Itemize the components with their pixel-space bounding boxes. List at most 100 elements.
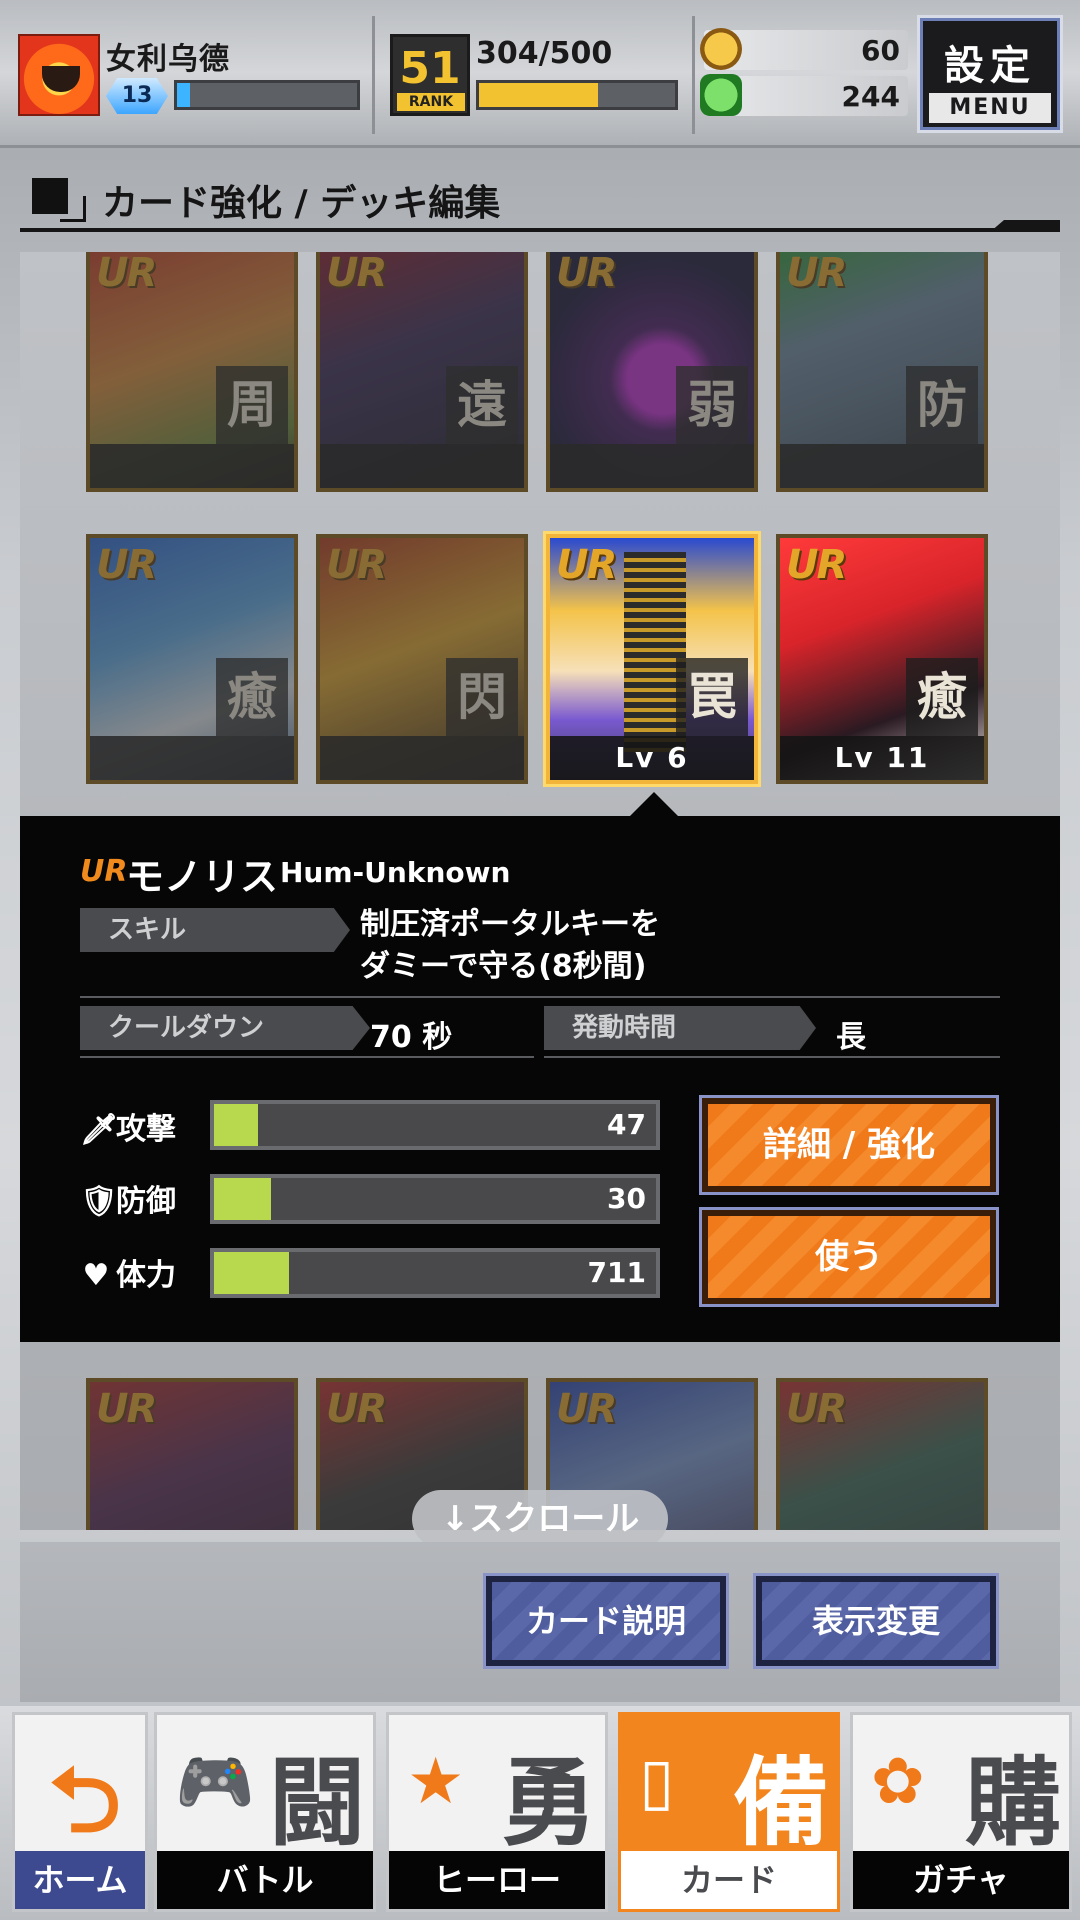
nav-kanji-card: 備 (733, 1747, 829, 1859)
nav-tab-home[interactable]: ⮌ ホーム (12, 1712, 148, 1912)
nav-tab-gacha[interactable]: ✿ 購 ガチャ (850, 1712, 1072, 1912)
skill-label: スキル (80, 908, 350, 952)
card-type-kanji: 防 (906, 366, 978, 444)
avatar-face (42, 66, 80, 92)
card-rarity: UR (96, 252, 157, 296)
title-underline-end (990, 220, 1060, 232)
card-tile[interactable]: UR 防 (776, 252, 988, 492)
use-card-button[interactable]: 使う (699, 1207, 999, 1307)
settings-menu-button[interactable]: 設定 MENU (917, 15, 1063, 133)
player-avatar[interactable] (18, 34, 100, 116)
card-type-kanji: 周 (216, 366, 288, 444)
card-rarity: UR (96, 1386, 157, 1432)
cooldown-label: クールダウン (80, 1006, 370, 1050)
health-label: ♥ 体力 (80, 1250, 176, 1294)
card-type-kanji: 遠 (446, 366, 518, 444)
nav-label-card: カード (621, 1851, 837, 1909)
divider (80, 1056, 534, 1058)
card-level-bar (320, 736, 524, 780)
card-tile[interactable]: UR 弱 (546, 252, 758, 492)
menu-label: MENU (929, 93, 1051, 123)
defense-fill (214, 1178, 272, 1220)
sword-icon: 🗡 (80, 1112, 119, 1147)
card-rarity: UR (786, 542, 847, 588)
player-level-badge: 13 (106, 78, 168, 114)
rank-progress-fill (479, 83, 599, 107)
card-tile-selected[interactable]: UR 罠 Lv 6 (546, 534, 758, 784)
card-level: Lv 11 (780, 736, 984, 780)
nav-tab-battle[interactable]: 🎮 闘 バトル (154, 1712, 376, 1912)
nav-label-hero: ヒーロー (389, 1851, 605, 1909)
card-art (320, 538, 524, 780)
attack-label: 🗡攻撃 (80, 1104, 176, 1148)
card-rarity: UR (96, 542, 157, 588)
experience-bar (174, 80, 360, 110)
green-coin-counter: 244 (700, 74, 908, 116)
divider (544, 1056, 1000, 1058)
card-tile[interactable]: UR 癒 Lv 11 (776, 534, 988, 784)
card-level-bar (780, 444, 984, 488)
card-level-bar (320, 444, 524, 488)
rank-label: RANK (397, 93, 465, 111)
detail-card-name: モノリス (126, 855, 279, 899)
player-name: 女利乌德 (106, 42, 230, 77)
attack-value: 47 (607, 1108, 646, 1141)
skill-line-1: 制圧済ポータルキーを (360, 907, 660, 942)
cooldown-value: 70 秒 (370, 1020, 453, 1055)
rank-badge: 51 RANK (390, 34, 470, 116)
experience-fill (177, 83, 190, 107)
nav-kanji-hero: 勇 (501, 1747, 597, 1859)
skill-line-2: ダミーで守る(8秒間) (360, 949, 647, 984)
health-label-text: 体力 (116, 1258, 176, 1293)
attack-label-text: 攻撃 (116, 1112, 176, 1147)
card-rarity: UR (556, 252, 617, 296)
green-coin-icon (700, 74, 742, 116)
health-value: 711 (587, 1256, 646, 1289)
card-tile[interactable]: UR (776, 1378, 988, 1530)
rank-number: 51 (399, 43, 461, 94)
nav-kanji-gacha: 購 (965, 1747, 1061, 1859)
card-tile[interactable]: UR 遠 (316, 252, 528, 492)
nav-tab-hero[interactable]: ★ 勇 ヒーロー (386, 1712, 608, 1912)
display-change-button[interactable]: 表示変更 (753, 1573, 999, 1669)
rank-progress-bar (476, 80, 678, 110)
divider (372, 16, 375, 134)
scroll-hint[interactable]: ↓スクロール (412, 1490, 668, 1548)
card-type-kanji: 癒 (906, 658, 978, 736)
card-level-bar (550, 444, 754, 488)
bottom-navigation: ⮌ ホーム 🎮 闘 バトル ★ 勇 ヒーロー ▯ 備 カード ✿ 購 ガチャ (0, 1706, 1080, 1920)
cards-icon: ▯ (639, 1745, 675, 1819)
detail-enhance-button[interactable]: 詳細 / 強化 (699, 1095, 999, 1195)
divider (692, 16, 695, 134)
card-art (90, 538, 294, 780)
divider (80, 996, 1000, 998)
card-description-button[interactable]: カード説明 (483, 1573, 729, 1669)
nav-label-home: ホーム (15, 1851, 145, 1909)
nav-tab-card[interactable]: ▯ 備 カード (618, 1712, 840, 1912)
heart-icon: ♥ (82, 1258, 110, 1293)
card-tile[interactable]: UR 周 (86, 252, 298, 492)
card-art (90, 252, 294, 488)
duration-value: 長 (836, 1020, 866, 1055)
section-corner-icon (60, 196, 86, 222)
card-level-bar (90, 444, 294, 488)
gold-coin-value: 60 (861, 34, 900, 67)
page-title: カード強化 / デッキ編集 (102, 183, 501, 224)
gacha-icon: ✿ (871, 1745, 925, 1819)
defense-value: 30 (607, 1182, 646, 1215)
shield-icon: 🛡 (80, 1184, 119, 1219)
defense-bar: 30 (210, 1174, 660, 1224)
defense-label-text: 防御 (116, 1184, 176, 1219)
card-tile[interactable]: UR (86, 1378, 298, 1530)
nav-label-battle: バトル (157, 1851, 373, 1909)
card-art (90, 1382, 294, 1530)
nav-label-gacha: ガチャ (853, 1851, 1069, 1909)
detail-rarity: UR (80, 854, 128, 889)
card-tile[interactable]: UR 癒 (86, 534, 298, 784)
health-bar: 711 (210, 1248, 660, 1298)
title-underline (20, 228, 1060, 232)
section-header: カード強化 / デッキ編集 (20, 168, 1060, 232)
card-art (550, 252, 754, 488)
detail-card-name-en: Hum-Unknown (280, 856, 511, 889)
card-tile[interactable]: UR 閃 (316, 534, 528, 784)
